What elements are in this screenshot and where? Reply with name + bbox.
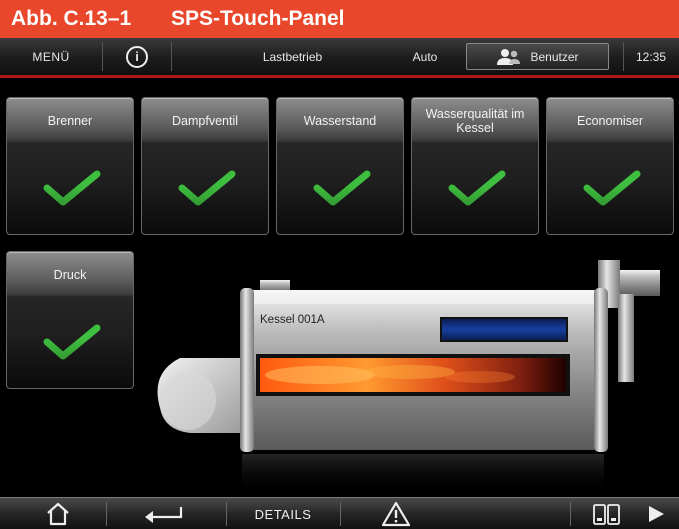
operating-mode-label: Lastbetrieb xyxy=(262,49,323,64)
tile-reflection xyxy=(412,184,538,234)
tile-wasserstand[interactable]: Wasserstand xyxy=(276,97,404,235)
boiler-label: Kessel 001A xyxy=(260,314,325,326)
divider xyxy=(171,42,172,71)
tile-dampfventil[interactable]: Dampfventil xyxy=(141,97,269,235)
tile-label: Dampfventil xyxy=(172,114,238,128)
back-button[interactable] xyxy=(130,498,200,529)
users-icon xyxy=(497,48,521,65)
tile-druck[interactable]: Druck xyxy=(6,251,134,389)
user-button-label: Benutzer xyxy=(530,49,579,64)
next-button[interactable] xyxy=(638,498,674,529)
tile-label: Druck xyxy=(53,268,87,282)
tile-reflection xyxy=(7,338,133,388)
figure-caption: Abb. C.13–1 SPS-Touch-Panel xyxy=(0,0,679,38)
auto-mode-label: Auto xyxy=(412,49,438,64)
tile-label: Economiser xyxy=(577,114,643,128)
home-button[interactable] xyxy=(28,498,88,529)
info-icon: i xyxy=(126,45,148,68)
tile-brenner[interactable]: Brenner xyxy=(6,97,134,235)
top-bar: MENÜ i Lastbetrieb Auto Benutzer 12:35 xyxy=(0,38,679,78)
boiler-graphic xyxy=(157,260,660,494)
tile-label: Wasserqualität im Kessel xyxy=(425,107,525,135)
play-arrow-icon xyxy=(649,506,664,522)
tile-reflection xyxy=(142,184,268,234)
menu-button[interactable]: MENÜ xyxy=(0,38,102,75)
back-arrow-icon xyxy=(145,507,183,523)
home-icon xyxy=(47,502,69,526)
tile-reflection xyxy=(7,184,133,234)
tile-wasserqualitaet[interactable]: Wasserqualität im Kessel xyxy=(411,97,539,235)
devices-icon xyxy=(593,504,620,525)
device-switch-button[interactable] xyxy=(584,498,630,529)
divider xyxy=(226,502,227,526)
divider xyxy=(340,502,341,526)
tile-reflection xyxy=(547,184,673,234)
warning-icon xyxy=(381,501,411,527)
divider xyxy=(106,502,107,526)
user-button[interactable]: Benutzer xyxy=(466,43,609,70)
clock: 12:35 xyxy=(635,49,667,64)
figure-title: SPS-Touch-Panel xyxy=(171,7,345,30)
alarm-button[interactable] xyxy=(360,498,432,529)
tile-economiser[interactable]: Economiser xyxy=(546,97,674,235)
figure-number: Abb. C.13–1 xyxy=(11,7,132,30)
divider xyxy=(570,502,571,526)
tile-label: Brenner xyxy=(47,114,93,128)
info-button[interactable]: i xyxy=(118,38,156,75)
tile-label: Wasserstand xyxy=(303,114,377,128)
tile-reflection xyxy=(277,184,403,234)
divider xyxy=(102,42,103,71)
water-level-bar xyxy=(440,317,568,342)
bottom-bar: DETAILS xyxy=(0,497,679,529)
details-button[interactable]: DETAILS xyxy=(236,498,330,529)
